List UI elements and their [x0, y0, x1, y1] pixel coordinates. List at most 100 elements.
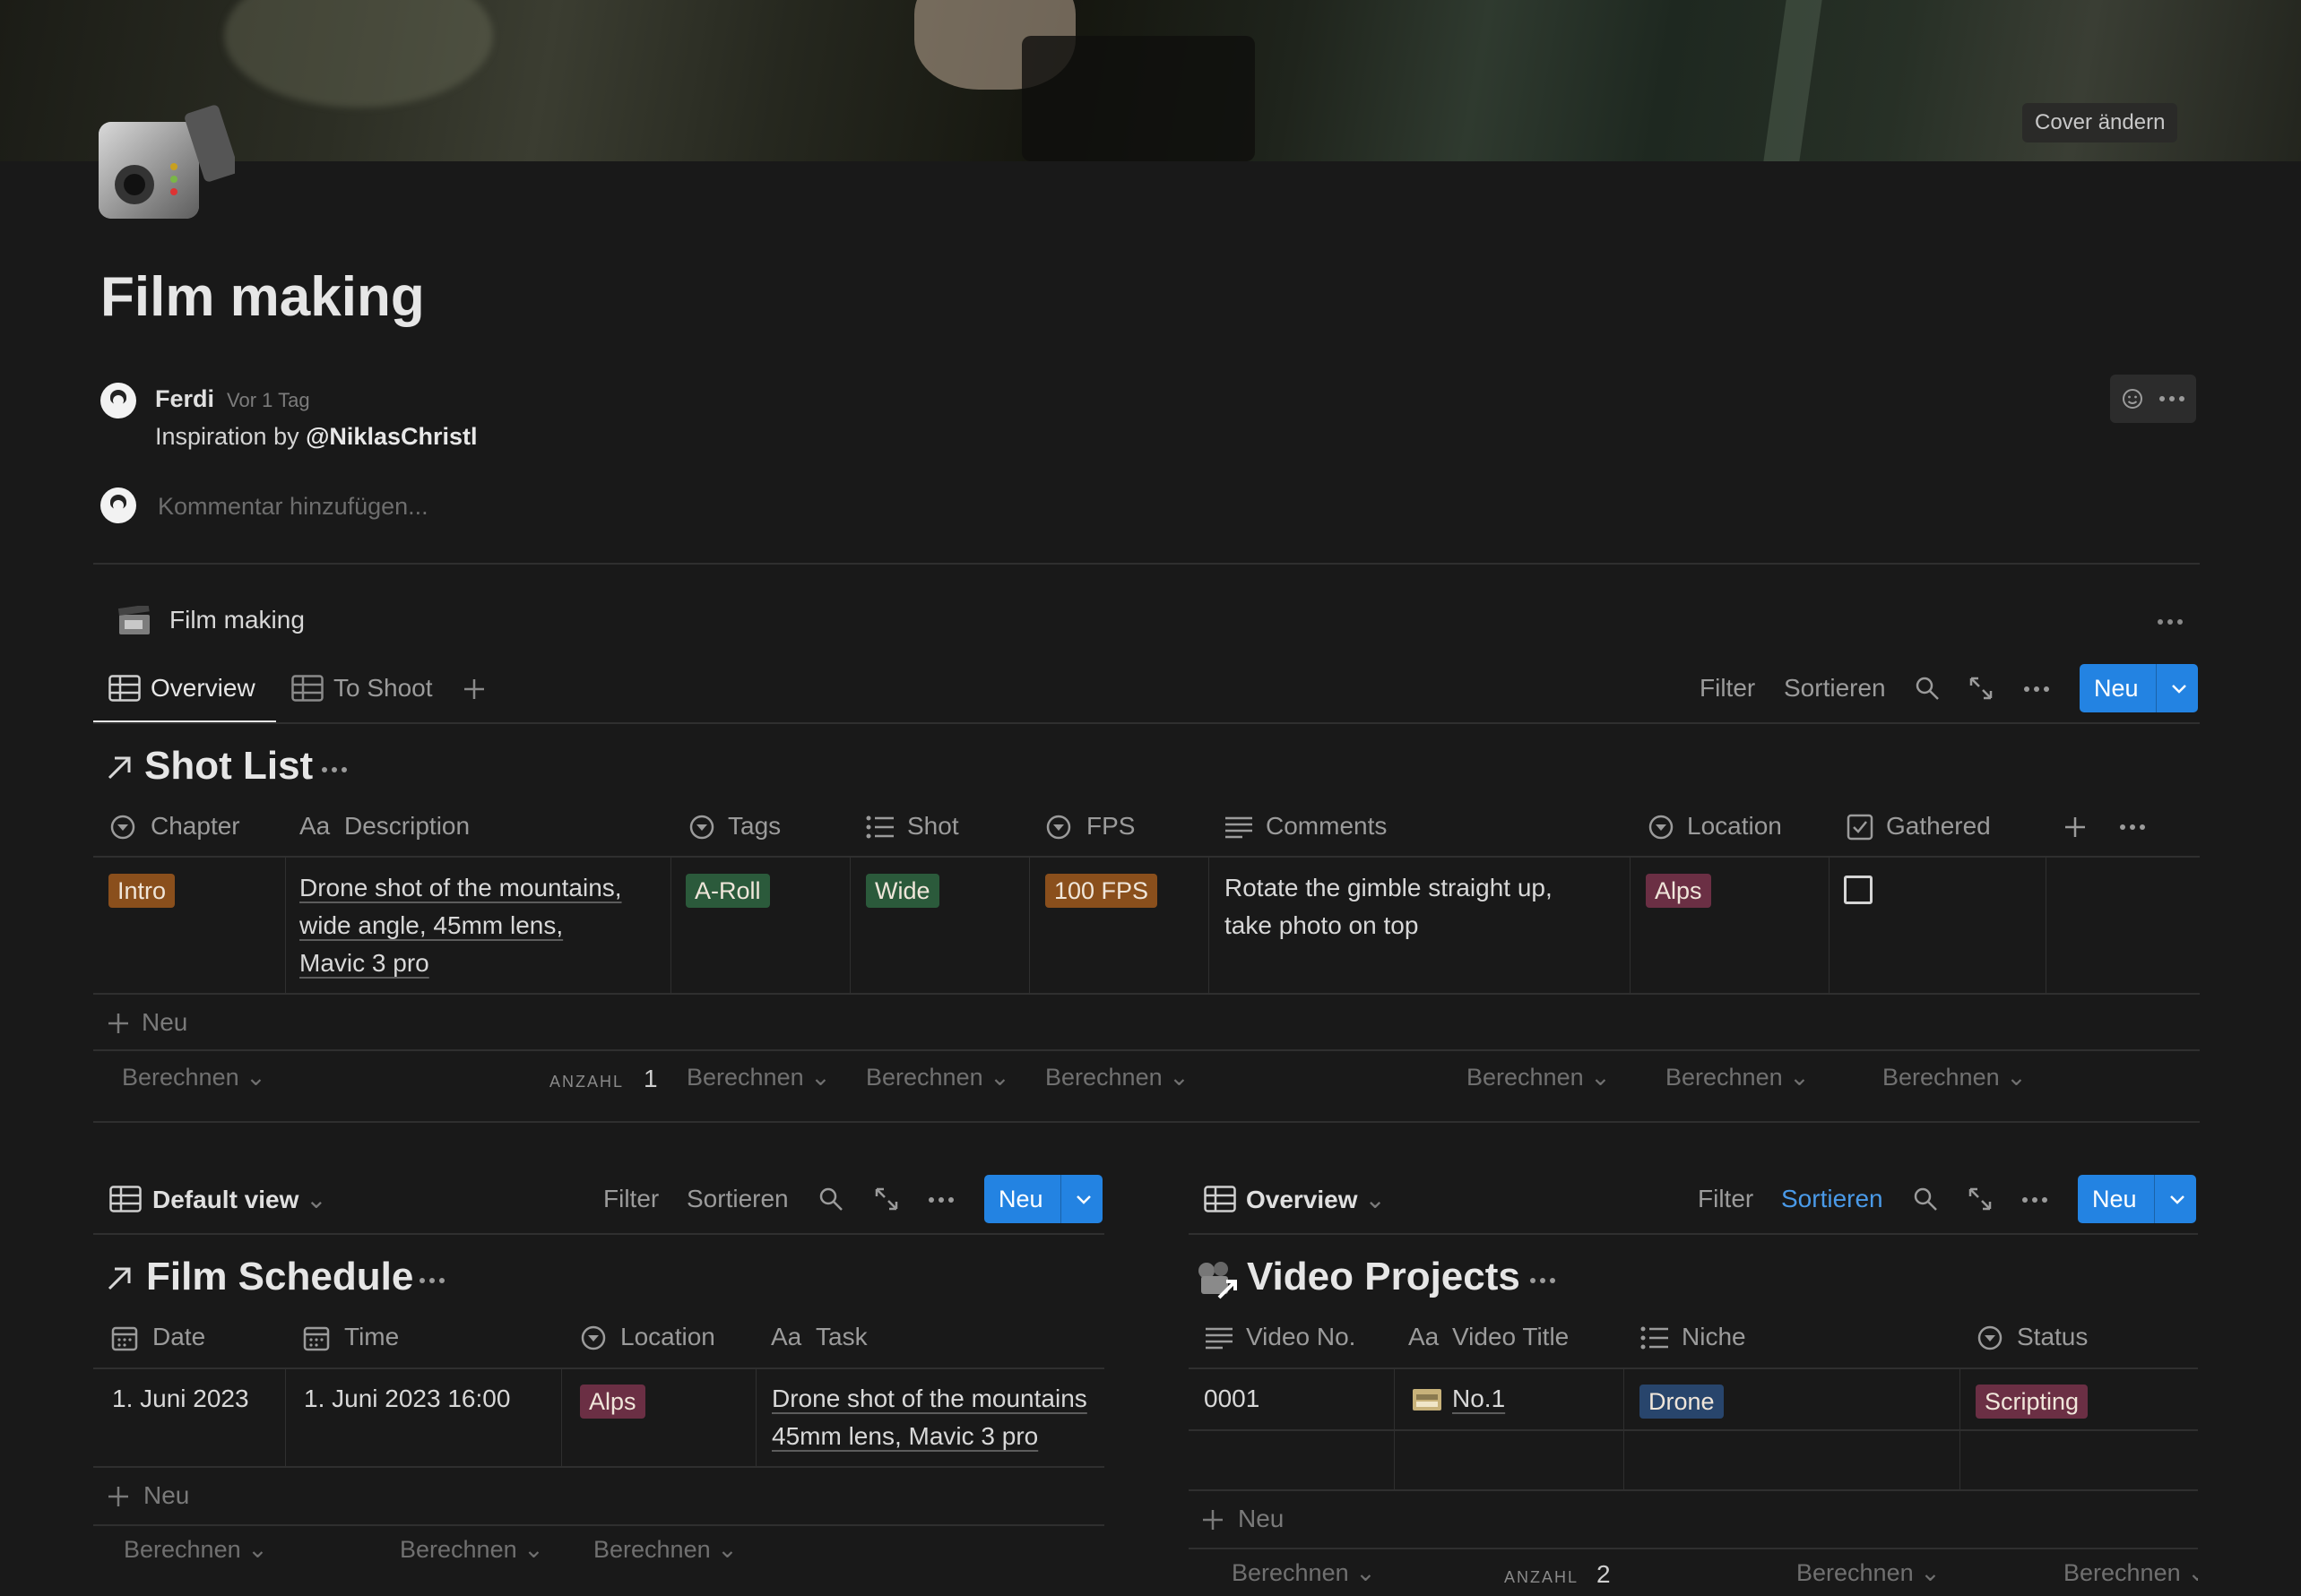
more-icon[interactable]	[419, 1277, 445, 1284]
video-camera-icon[interactable]	[95, 95, 235, 226]
chevron-down-icon[interactable]	[1075, 1194, 1093, 1206]
video-title-cell[interactable]: No.1	[1452, 1380, 1505, 1418]
expand-icon[interactable]	[1968, 1186, 1993, 1212]
column-header-location[interactable]: Location	[1687, 812, 1782, 841]
new-button[interactable]: Neu	[2080, 664, 2198, 712]
calculate-status[interactable]: Berechnen ⌄	[2063, 1559, 2198, 1587]
more-icon[interactable]	[928, 1196, 955, 1203]
calculate-tags[interactable]: Berechnen ⌄	[687, 1064, 831, 1091]
column-header-chapter[interactable]: Chapter	[151, 812, 240, 841]
mention[interactable]: @NiklasChristl	[306, 423, 477, 450]
location-tag[interactable]: Alps	[580, 1385, 645, 1419]
calculate-location[interactable]: Berechnen ⌄	[593, 1536, 738, 1564]
clapperboard-icon	[117, 606, 150, 634]
column-header-date[interactable]: Date	[152, 1323, 205, 1351]
tags-tag[interactable]: A-Roll	[686, 874, 770, 908]
time-cell[interactable]: 1. Juni 2023 16:00	[304, 1380, 510, 1418]
column-header-niche[interactable]: Niche	[1682, 1323, 1746, 1351]
more-icon[interactable]	[2119, 824, 2146, 831]
calculate-time[interactable]: Berechnen ⌄	[400, 1536, 544, 1564]
calculate-video-no[interactable]: Berechnen ⌄	[1232, 1559, 1376, 1587]
sort-button[interactable]: Sortieren	[687, 1185, 789, 1213]
column-header-fps[interactable]: FPS	[1086, 812, 1135, 841]
column-header-shot[interactable]: Shot	[907, 812, 959, 841]
expand-icon[interactable]	[874, 1186, 899, 1212]
new-row-button[interactable]: Neu	[1238, 1505, 1284, 1533]
shot-list-title[interactable]: Shot List	[144, 744, 313, 789]
tab-to-shoot[interactable]: To Shoot	[333, 674, 433, 703]
column-header-task[interactable]: Task	[816, 1323, 868, 1351]
expand-icon[interactable]	[1968, 676, 1994, 701]
chevron-down-icon[interactable]	[2170, 683, 2188, 695]
column-header-comments[interactable]: Comments	[1266, 812, 1387, 841]
add-property-icon[interactable]	[2063, 815, 2087, 839]
filter-button[interactable]: Filter	[1700, 674, 1755, 703]
calculate-comments[interactable]: Berechnen ⌄	[1466, 1064, 1611, 1091]
column-header-location[interactable]: Location	[620, 1323, 715, 1351]
add-view-icon[interactable]	[463, 677, 486, 701]
comments-cell[interactable]: Rotate the gimble straight up, take phot…	[1224, 869, 1553, 945]
calculate-gathered[interactable]: Berechnen ⌄	[1882, 1064, 2027, 1091]
new-button[interactable]: Neu	[2078, 1175, 2196, 1223]
view-selector[interactable]: Overview ⌄	[1246, 1185, 1386, 1214]
calculate-fps[interactable]: Berechnen ⌄	[1045, 1064, 1189, 1091]
count-value[interactable]: 2	[1596, 1560, 1611, 1589]
chapter-tag[interactable]: Intro	[108, 874, 176, 908]
calculate-location[interactable]: Berechnen ⌄	[1665, 1064, 1810, 1091]
calculate-date[interactable]: Berechnen ⌄	[124, 1536, 268, 1564]
search-icon[interactable]	[1913, 1186, 1938, 1212]
sort-button[interactable]: Sortieren	[1784, 674, 1886, 703]
tab-overview[interactable]: Overview	[151, 674, 255, 703]
filter-button[interactable]: Filter	[1698, 1185, 1753, 1213]
column-header-description[interactable]: Description	[344, 812, 470, 841]
film-schedule-title[interactable]: Film Schedule	[146, 1255, 413, 1299]
select-property-icon	[110, 815, 135, 840]
sort-button[interactable]: Sortieren	[1781, 1185, 1883, 1213]
view-selector[interactable]: Default view ⌄	[152, 1185, 327, 1214]
shot-tag[interactable]: Wide	[866, 874, 939, 908]
gathered-checkbox[interactable]	[1844, 876, 1873, 904]
database-name[interactable]: Film making	[169, 606, 305, 634]
search-icon[interactable]	[818, 1186, 843, 1212]
comment-time: Vor 1 Tag	[227, 389, 310, 411]
video-projects-title[interactable]: Video Projects	[1247, 1255, 1520, 1299]
column-header-status[interactable]: Status	[2017, 1323, 2088, 1351]
chevron-down-icon[interactable]	[2168, 1194, 2186, 1206]
change-cover-button[interactable]: Cover ändern	[2022, 103, 2178, 142]
status-tag[interactable]: Scripting	[1976, 1385, 2089, 1419]
divider	[1189, 1548, 2198, 1549]
page-title[interactable]: Film making	[100, 265, 425, 329]
more-icon[interactable]	[1529, 1277, 1556, 1284]
calculate-niche[interactable]: Berechnen ⌄	[1796, 1559, 1941, 1587]
select-property-icon	[1648, 815, 1674, 840]
column-header-video-title[interactable]: Video Title	[1452, 1323, 1569, 1351]
date-cell[interactable]: 1. Juni 2023	[112, 1380, 249, 1418]
column-header-tags[interactable]: Tags	[728, 812, 781, 841]
emoji-react-icon[interactable]	[2121, 386, 2146, 411]
filter-button[interactable]: Filter	[603, 1185, 659, 1213]
description-cell[interactable]: Drone shot of the mountains, wide angle,…	[299, 869, 622, 982]
new-row-button[interactable]: Neu	[143, 1481, 189, 1510]
new-row-button[interactable]: Neu	[142, 1008, 187, 1037]
more-icon[interactable]	[2023, 686, 2050, 693]
more-icon[interactable]	[2157, 618, 2184, 625]
calculate-shot[interactable]: Berechnen ⌄	[866, 1064, 1010, 1091]
count-value[interactable]: 1	[644, 1065, 658, 1093]
comment-input[interactable]: Kommentar hinzufügen...	[158, 493, 428, 521]
column-header-time[interactable]: Time	[344, 1323, 399, 1351]
column-header-video-no[interactable]: Video No.	[1246, 1323, 1355, 1351]
column-header-gathered[interactable]: Gathered	[1886, 812, 1991, 841]
calendar-icon	[111, 1326, 138, 1351]
new-button[interactable]: Neu	[984, 1175, 1103, 1223]
comment-actions[interactable]	[2110, 375, 2196, 423]
niche-tag[interactable]: Drone	[1639, 1385, 1724, 1419]
task-cell[interactable]: Drone shot of the mountains 45mm lens, M…	[772, 1380, 1103, 1455]
search-icon[interactable]	[1915, 676, 1940, 701]
fps-tag[interactable]: 100 FPS	[1045, 874, 1158, 908]
more-icon[interactable]	[2021, 1196, 2048, 1203]
video-no-cell[interactable]: 0001	[1204, 1380, 1259, 1418]
calculate-chapter[interactable]: Berechnen ⌄	[122, 1064, 266, 1091]
more-icon[interactable]	[321, 766, 348, 773]
location-tag[interactable]: Alps	[1646, 874, 1711, 908]
more-icon[interactable]	[2158, 395, 2185, 402]
